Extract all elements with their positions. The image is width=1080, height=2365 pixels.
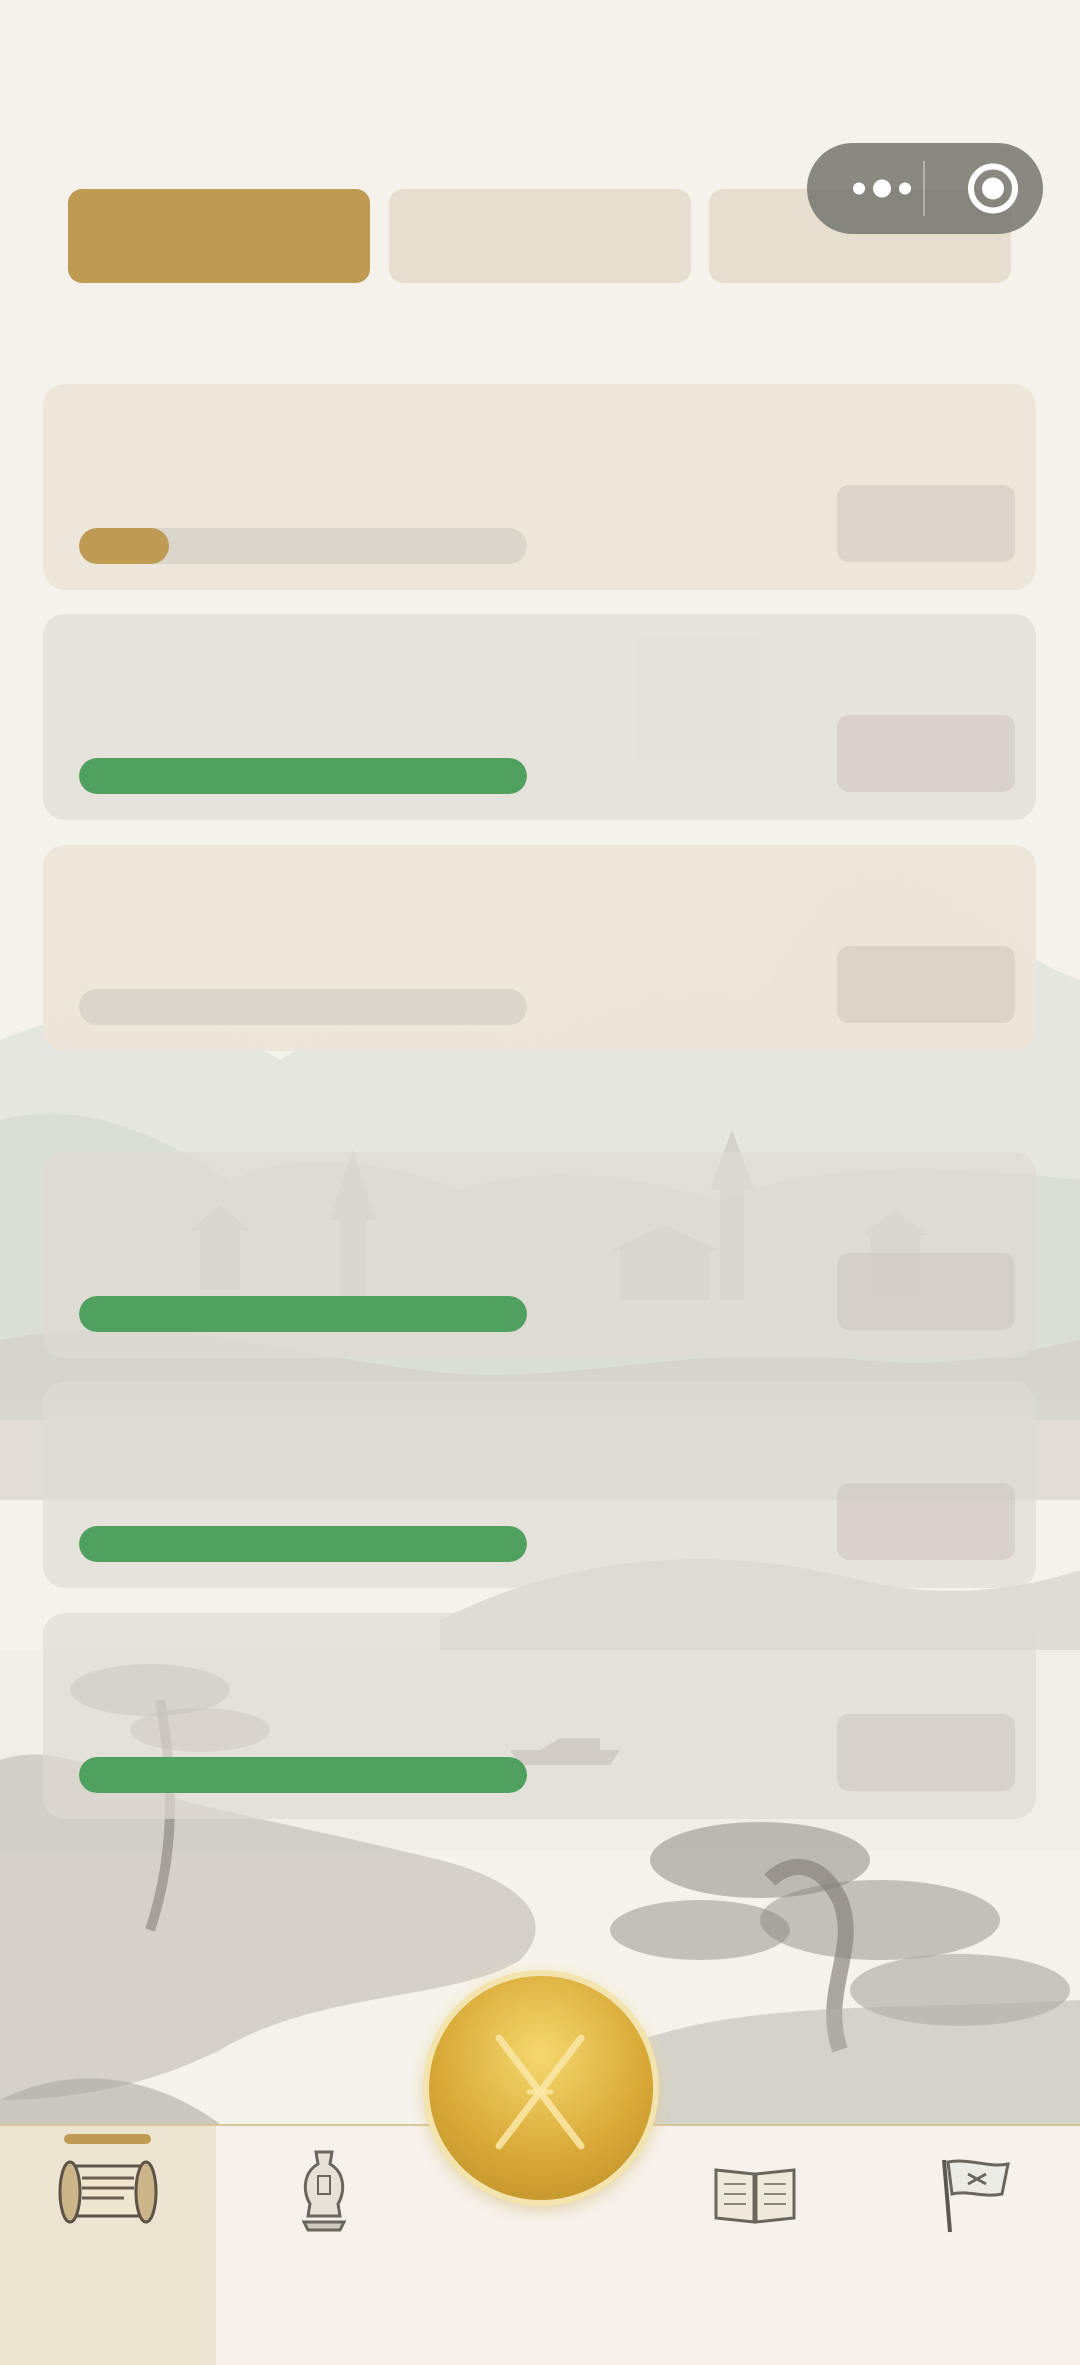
capsule-divider — [923, 161, 925, 216]
task-progress-track — [79, 528, 527, 564]
task-card-6 — [43, 1613, 1036, 1819]
task-progress-track — [79, 1526, 527, 1562]
nav-item-vase[interactable] — [216, 2126, 432, 2365]
task-action-button[interactable] — [837, 715, 1015, 792]
tab-2[interactable] — [389, 189, 691, 283]
nav-item-flag[interactable] — [864, 2126, 1080, 2365]
task-card-5 — [43, 1382, 1036, 1588]
battle-button-core — [429, 1976, 653, 2200]
crossed-swords-icon — [495, 2034, 585, 2150]
task-card-4 — [43, 1152, 1036, 1358]
task-action-button[interactable] — [837, 1483, 1015, 1560]
nav-item-scroll[interactable] — [0, 2126, 216, 2365]
flag-icon — [942, 2159, 1010, 2233]
task-card-3 — [43, 845, 1036, 1051]
nav-item-book[interactable] — [648, 2126, 864, 2365]
scroll-icon — [58, 2160, 158, 2224]
task-progress-track — [79, 989, 527, 1025]
tab-1[interactable] — [68, 189, 370, 283]
more-dots-icon[interactable] — [839, 143, 949, 234]
battle-button[interactable] — [411, 1958, 671, 2218]
task-card-1 — [43, 384, 1036, 590]
task-progress-fill — [79, 1757, 527, 1793]
task-progress-track — [79, 1296, 527, 1332]
target-circle-icon[interactable] — [955, 143, 1043, 234]
task-progress-fill — [79, 1526, 527, 1562]
task-progress-fill — [79, 528, 169, 564]
vase-icon — [301, 2150, 347, 2232]
task-action-button[interactable] — [837, 1714, 1015, 1791]
nav-active-indicator — [64, 2134, 151, 2144]
task-action-button[interactable] — [837, 1253, 1015, 1330]
task-card-2 — [43, 614, 1036, 820]
task-action-button[interactable] — [837, 485, 1015, 562]
miniprogram-capsule — [807, 143, 1043, 234]
task-action-button[interactable] — [837, 946, 1015, 1023]
task-progress-track — [79, 1757, 527, 1793]
task-progress-track — [79, 758, 527, 794]
task-progress-fill — [79, 1296, 527, 1332]
task-progress-fill — [79, 758, 527, 794]
book-icon — [714, 2168, 796, 2224]
